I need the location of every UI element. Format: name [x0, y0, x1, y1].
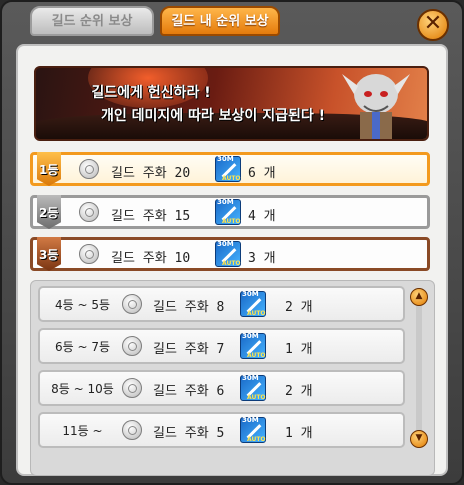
banner-line-2: 개인 데미지에 따라 보상이 지급된다 ! [101, 108, 325, 124]
guild-coin-icon [122, 420, 142, 440]
scroll-up-icon[interactable]: ▲ [410, 288, 428, 306]
reward-row-rank-1: 1등 길드 주화 20 30M AUTO 6 개 [30, 152, 430, 186]
guild-coin-icon [79, 202, 99, 222]
rank-label: 1등 [39, 163, 59, 177]
item-name: 길드 주화 7 [153, 342, 225, 357]
auto-ticket-icon: 30M AUTO [240, 374, 266, 401]
auto-ticket-icon: 30M AUTO [215, 155, 241, 182]
auto-ticket-icon: 30M AUTO [240, 290, 266, 317]
list-item: 8등 ~ 10등 길드 주화 6 30M AUTO 2 개 [38, 370, 405, 406]
list-item: 4등 ~ 5등 길드 주화 8 30M AUTO 2 개 [38, 286, 405, 322]
banner-line-1: 길드에게 헌신하라 ! [91, 85, 211, 101]
close-button[interactable]: ✕ [417, 9, 449, 41]
list-item: 6등 ~ 7등 길드 주화 7 30M AUTO 1 개 [38, 328, 405, 364]
tab-in-guild-rank-reward[interactable]: 길드 내 순위 보상 [160, 6, 280, 36]
guild-coin-icon [122, 378, 142, 398]
guild-coin-icon [122, 336, 142, 356]
auto-ticket-icon: 30M AUTO [215, 240, 241, 267]
rank-range-label: 6등 ~ 7등 [54, 340, 111, 354]
guild-coin-icon [79, 159, 99, 179]
scroll-track[interactable] [416, 304, 422, 432]
item-name: 길드 주화 20 [111, 166, 191, 181]
rank-range-label: 11등 ~ [62, 424, 103, 438]
item-count: 2 개 [285, 300, 313, 315]
tab-guild-rank-reward[interactable]: 길드 순위 보상 [30, 6, 154, 36]
list-item: 11등 ~ 길드 주화 5 30M AUTO 1 개 [38, 412, 405, 448]
item-name: 길드 주화 8 [153, 300, 225, 315]
auto-ticket-icon: 30M AUTO [240, 416, 266, 443]
close-icon: ✕ [423, 11, 443, 36]
rank-range-label: 8등 ~ 10등 [51, 382, 114, 396]
rank-label: 2등 [39, 206, 59, 220]
item-name: 길드 주화 15 [111, 209, 191, 224]
item-count: 6 개 [248, 166, 276, 181]
reward-row-rank-3: 3등 길드 주화 10 30M AUTO 3 개 [30, 237, 430, 271]
item-name: 길드 주화 10 [111, 251, 191, 266]
auto-ticket-icon: 30M AUTO [240, 332, 266, 359]
item-count: 1 개 [285, 426, 313, 441]
item-count: 3 개 [248, 251, 276, 266]
item-count: 4 개 [248, 209, 276, 224]
item-count: 1 개 [285, 342, 313, 357]
monster-illustration [342, 74, 410, 139]
reward-row-rank-2: 2등 길드 주화 15 30M AUTO 4 개 [30, 195, 430, 229]
auto-ticket-icon: 30M AUTO [215, 198, 241, 225]
rank-range-label: 4등 ~ 5등 [54, 298, 111, 312]
item-name: 길드 주화 6 [153, 384, 225, 399]
guild-coin-icon [79, 244, 99, 264]
rank-label: 3등 [39, 248, 59, 262]
item-name: 길드 주화 5 [153, 426, 225, 441]
scrollbar[interactable]: ▲ ▼ [410, 288, 428, 448]
event-banner: 길드에게 헌신하라 ! 개인 데미지에 따라 보상이 지급된다 ! [34, 66, 429, 141]
item-count: 2 개 [285, 384, 313, 399]
guild-coin-icon [122, 294, 142, 314]
scroll-down-icon[interactable]: ▼ [410, 430, 428, 448]
